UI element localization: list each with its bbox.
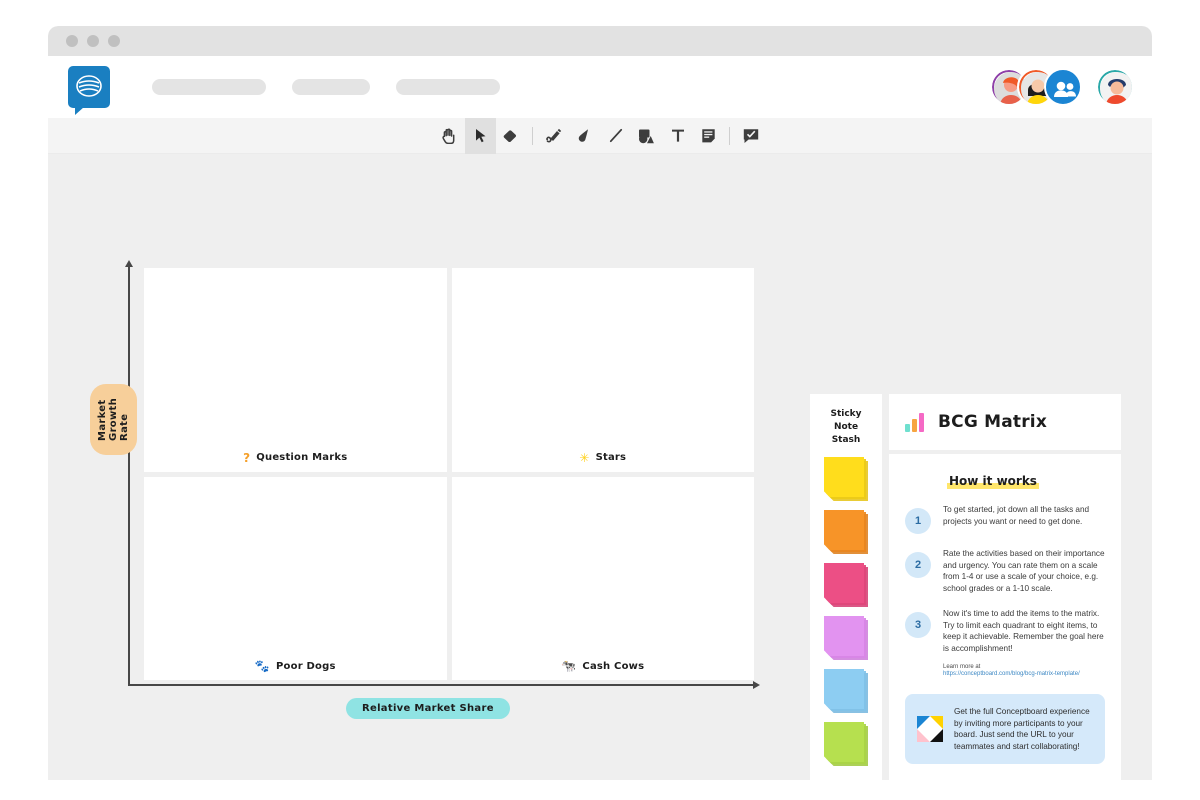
invite-callout-text: Get the full Conceptboard experience by … (954, 707, 1090, 751)
quadrant-label: 🐄 Cash Cows (452, 660, 755, 672)
highlighter-tool[interactable] (569, 118, 600, 154)
sticky-stack-violet[interactable] (824, 616, 868, 660)
quadrant-stars[interactable]: ✳ Stars (451, 268, 755, 472)
text-tool[interactable] (662, 118, 693, 154)
step-number-badge: 3 (905, 612, 931, 638)
bar-chart-icon (905, 412, 924, 432)
x-axis-label[interactable]: Relative Market Share (346, 698, 510, 719)
line-tool[interactable] (600, 118, 631, 154)
sticky-stack-blue[interactable] (824, 669, 868, 713)
hand-tool[interactable] (434, 118, 465, 154)
step-item: 3 Now it's time to add the items to the … (905, 608, 1105, 654)
toolbar-divider (729, 126, 730, 145)
sticky-note-stash: Sticky Note Stash (810, 394, 882, 780)
participants-group[interactable] (990, 68, 1082, 106)
sticky-stack-orange[interactable] (824, 510, 868, 554)
info-panel: BCG Matrix How it works 1 To get started… (889, 394, 1121, 780)
x-axis (128, 681, 760, 689)
close-icon[interactable] (66, 35, 78, 47)
maximize-icon[interactable] (108, 35, 120, 47)
how-it-works-heading: How it works (947, 474, 1039, 489)
step-item: 1 To get started, jot down all the tasks… (905, 504, 1105, 534)
drawing-toolbar (48, 117, 1152, 154)
comment-tool[interactable] (735, 118, 766, 154)
conceptboard-square-icon (917, 716, 943, 742)
stash-title-line-2: Note (833, 422, 859, 432)
avatar-list (990, 68, 1134, 106)
nav-placeholder-3[interactable] (396, 79, 500, 95)
participants-more-button[interactable] (1044, 68, 1082, 106)
board-canvas[interactable]: Market Growth Rate Relative Market Share… (48, 154, 1152, 780)
sticky-stack-pink[interactable] (824, 563, 868, 607)
step-number-badge: 1 (905, 508, 931, 534)
browser-window: Market Growth Rate Relative Market Share… (48, 26, 1152, 780)
stash-title: Sticky Note Stash (830, 408, 861, 447)
toolbar-divider (532, 126, 533, 145)
nav-placeholders (152, 79, 500, 95)
quadrant-label-text: Stars (595, 452, 627, 463)
quadrant-question-marks[interactable]: ? Question Marks (144, 268, 447, 472)
nav-placeholder-1[interactable] (152, 79, 266, 95)
learn-more: Learn more at https://conceptboard.com/b… (943, 664, 1105, 678)
select-tool[interactable] (465, 117, 496, 154)
quadrant-grid: ? Question Marks ✳ Stars 🐾 Poor Dogs 🐄 C… (144, 268, 754, 680)
y-axis-label[interactable]: Market Growth Rate (90, 384, 137, 455)
cow-icon: 🐄 (561, 659, 577, 673)
quadrant-poor-dogs[interactable]: 🐾 Poor Dogs (144, 476, 447, 680)
stash-title-line-1: Sticky (830, 409, 862, 419)
sticky-stack-green[interactable] (824, 722, 868, 766)
step-item: 2 Rate the activities based on their imp… (905, 548, 1105, 594)
quadrant-label: 🐾 Poor Dogs (144, 660, 447, 672)
step-text: Rate the activities based on their impor… (943, 549, 1105, 593)
y-axis (125, 260, 133, 686)
window-titlebar (48, 26, 1152, 56)
quadrant-cash-cows[interactable]: 🐄 Cash Cows (451, 476, 755, 680)
star-icon: ✳ (579, 450, 590, 465)
sticky-note-tool[interactable] (693, 118, 724, 154)
app-header (48, 56, 1152, 118)
quadrant-label-text: Question Marks (256, 452, 348, 463)
invite-callout[interactable]: Get the full Conceptboard experience by … (905, 694, 1105, 764)
eraser-tool[interactable] (496, 118, 527, 154)
pen-tool[interactable] (538, 118, 569, 154)
quadrant-label-text: Cash Cows (582, 660, 645, 672)
info-panel-title: BCG Matrix (938, 412, 1047, 432)
step-number-badge: 2 (905, 552, 931, 578)
step-text: Now it's time to add the items to the ma… (943, 609, 1104, 653)
step-text: To get started, jot down all the tasks a… (943, 505, 1090, 526)
sticky-stack-yellow[interactable] (824, 457, 868, 501)
conceptboard-logo-icon[interactable] (68, 66, 110, 115)
stack-list (824, 457, 868, 766)
info-panel-header: BCG Matrix (889, 394, 1121, 450)
question-mark-icon: ? (243, 450, 251, 465)
minimize-icon[interactable] (87, 35, 99, 47)
quadrant-label: ? Question Marks (144, 452, 447, 464)
steps-list: 1 To get started, jot down all the tasks… (905, 504, 1105, 654)
learn-more-link[interactable]: https://conceptboard.com/blog/bcg-matrix… (943, 670, 1105, 678)
shapes-tool[interactable] (631, 118, 662, 154)
quadrant-label-text: Poor Dogs (276, 660, 336, 672)
stash-title-line-3: Stash (831, 435, 861, 445)
quadrant-label: ✳ Stars (452, 452, 755, 464)
current-user-avatar[interactable] (1096, 68, 1134, 106)
paw-print-icon: 🐾 (254, 659, 271, 673)
info-panel-body: How it works 1 To get started, jot down … (889, 454, 1121, 780)
nav-placeholder-2[interactable] (292, 79, 370, 95)
